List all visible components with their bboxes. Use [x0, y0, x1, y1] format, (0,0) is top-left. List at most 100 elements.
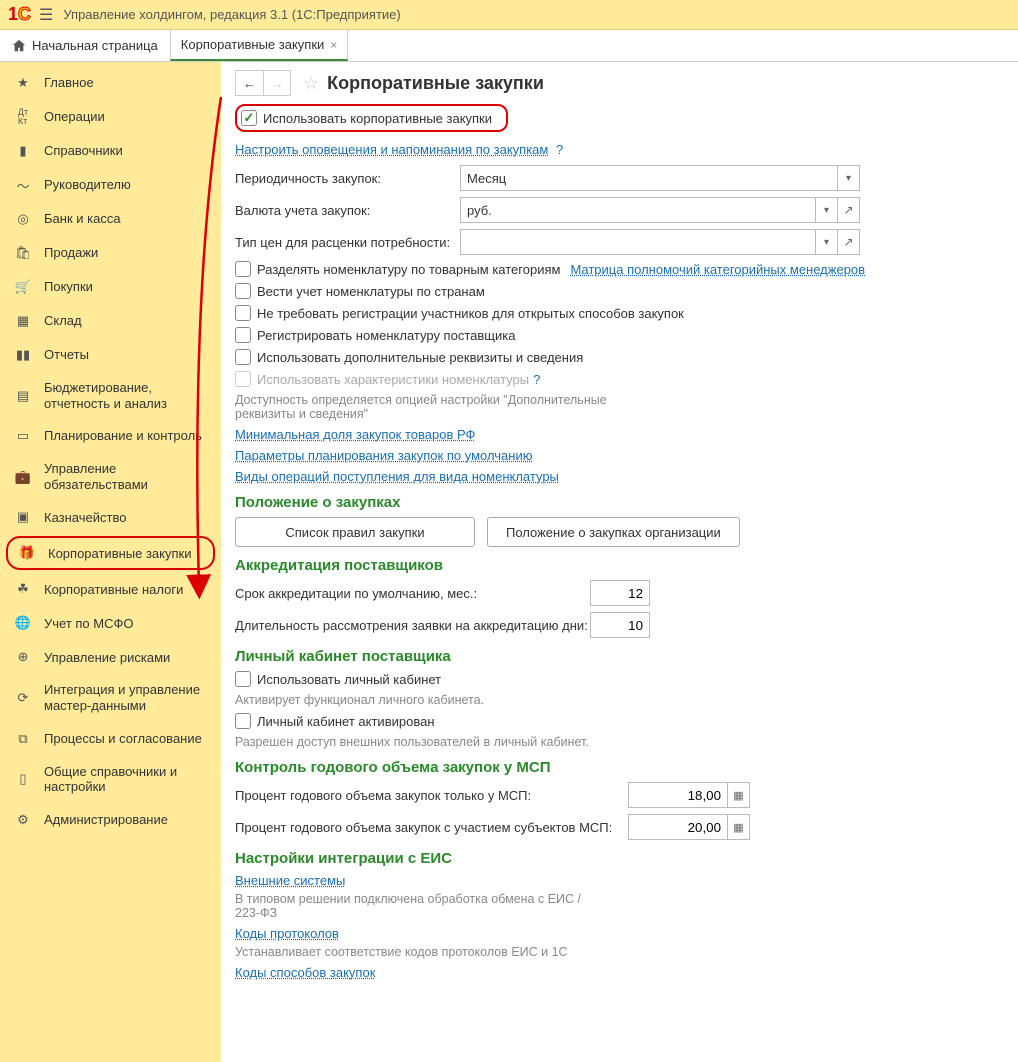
- sidebar-item-processes[interactable]: ⧉Процессы и согласование: [0, 722, 221, 756]
- sync-icon: ⟳: [14, 689, 32, 707]
- sidebar-item-risks[interactable]: ⊕Управление рисками: [0, 640, 221, 674]
- use-cabinet-checkbox[interactable]: [235, 671, 251, 687]
- noreg-checkbox[interactable]: [235, 305, 251, 321]
- price-type-label: Тип цен для расценки потребности:: [235, 235, 460, 250]
- close-icon[interactable]: ×: [330, 38, 337, 52]
- currency-open-button[interactable]: ↗: [838, 197, 860, 223]
- accred-review-input[interactable]: [590, 612, 650, 638]
- cart-icon: 🛒: [14, 278, 32, 296]
- categories-label: Разделять номенклатуру по товарным катег…: [257, 262, 560, 277]
- msp-with-input[interactable]: [628, 814, 728, 840]
- ext-systems-link[interactable]: Внешние системы: [235, 873, 345, 888]
- calculator-icon[interactable]: ▦: [728, 782, 750, 808]
- chevron-down-icon[interactable]: ▾: [815, 230, 837, 254]
- rules-org-button[interactable]: Положение о закупках организации: [487, 517, 740, 547]
- currency-label: Валюта учета закупок:: [235, 203, 460, 218]
- main-content: ← → ☆ Корпоративные закупки Использовать…: [221, 62, 1018, 1062]
- grid-icon: ▤: [14, 387, 32, 405]
- sidebar-item-bank[interactable]: ◎Банк и касса: [0, 202, 221, 236]
- sidebar-item-common[interactable]: ▯Общие справочники и настройки: [0, 756, 221, 803]
- matrix-link[interactable]: Матрица полномочий категорийных менеджер…: [570, 262, 865, 277]
- msp-only-input[interactable]: [628, 782, 728, 808]
- msp-with-label: Процент годового объема закупок с участи…: [235, 820, 620, 835]
- cabinet-active-checkbox[interactable]: [235, 713, 251, 729]
- op-types-link[interactable]: Виды операций поступления для вида номен…: [235, 469, 559, 484]
- period-select[interactable]: Месяц ▾: [460, 165, 860, 191]
- sidebar-item-budgeting[interactable]: ▤Бюджетирование, отчетность и анализ: [0, 372, 221, 419]
- home-icon: [12, 39, 26, 53]
- operations-icon: ДтКт: [14, 108, 32, 126]
- sidebar-item-operations[interactable]: ДтКтОперации: [0, 100, 221, 134]
- params-link[interactable]: Параметры планирования закупок по умолча…: [235, 448, 532, 463]
- extra-props-checkbox[interactable]: [235, 349, 251, 365]
- sidebar-item-corp-purchases[interactable]: 🎁Корпоративные закупки: [6, 536, 215, 570]
- section-rules-title: Положение о закупках: [235, 494, 1004, 511]
- sidebar-item-admin[interactable]: ⚙Администрирование: [0, 803, 221, 837]
- accred-term-input[interactable]: [590, 580, 650, 606]
- star-icon: ★: [14, 74, 32, 92]
- sidebar-item-treasury[interactable]: ▣Казначейство: [0, 500, 221, 534]
- section-cabinet-title: Личный кабинет поставщика: [235, 648, 1004, 665]
- min-share-link[interactable]: Минимальная доля закупок товаров РФ: [235, 427, 475, 442]
- availability-hint: Доступность определяется опцией настройк…: [235, 393, 655, 421]
- reg-supplier-checkbox[interactable]: [235, 327, 251, 343]
- sidebar-item-sales[interactable]: 🛍Продажи: [0, 236, 221, 270]
- section-eis-title: Настройки интеграции с ЕИС: [235, 850, 1004, 867]
- characteristics-checkbox: [235, 371, 251, 387]
- nav-back-button[interactable]: ←: [235, 70, 263, 96]
- app-title: Управление холдингом, редакция 3.1 (1С:П…: [63, 7, 400, 22]
- chevron-down-icon[interactable]: ▾: [837, 166, 859, 190]
- proto-codes-hint: Устанавливает соответствие кодов протоко…: [235, 945, 1004, 959]
- price-type-open-button[interactable]: ↗: [838, 229, 860, 255]
- tab-active[interactable]: Корпоративные закупки ×: [170, 30, 349, 61]
- gear-icon: ⚙: [14, 811, 32, 829]
- sidebar-item-ifrs[interactable]: 🌐Учет по МСФО: [0, 606, 221, 640]
- emblem-icon: ☘: [14, 580, 32, 598]
- countries-checkbox[interactable]: [235, 283, 251, 299]
- currency-select[interactable]: руб. ▾: [460, 197, 838, 223]
- use-corp-label: Использовать корпоративные закупки: [263, 111, 492, 126]
- proto-codes-link[interactable]: Коды протоколов: [235, 926, 339, 941]
- use-cabinet-label: Использовать личный кабинет: [257, 672, 441, 687]
- help-icon[interactable]: ?: [533, 372, 540, 387]
- method-codes-link[interactable]: Коды способов закупок: [235, 965, 375, 980]
- price-type-select[interactable]: ▾: [460, 229, 838, 255]
- section-accred-title: Аккредитация поставщиков: [235, 557, 1004, 574]
- sidebar-item-obligations[interactable]: 💼Управление обязательствами: [0, 453, 221, 500]
- chevron-down-icon[interactable]: ▾: [815, 198, 837, 222]
- period-value: Месяц: [467, 171, 506, 186]
- msp-only-label: Процент годового объема закупок только у…: [235, 788, 620, 803]
- notify-link[interactable]: Настроить оповещения и напоминания по за…: [235, 142, 548, 157]
- cabinet-active-label: Личный кабинет активирован: [257, 714, 435, 729]
- extra-props-label: Использовать дополнительные реквизиты и …: [257, 350, 583, 365]
- sidebar-item-planning[interactable]: ▭Планирование и контроль: [0, 419, 221, 453]
- cabinet-active-hint: Разрешен доступ внешних пользователей в …: [235, 735, 1004, 749]
- sidebar-item-integration[interactable]: ⟳Интеграция и управление мастер-данными: [0, 674, 221, 721]
- sidebar-item-warehouse[interactable]: ▦Склад: [0, 304, 221, 338]
- categories-checkbox[interactable]: [235, 261, 251, 277]
- calculator-icon[interactable]: ▦: [728, 814, 750, 840]
- globe-icon: 🌐: [14, 614, 32, 632]
- sidebar-item-corp-taxes[interactable]: ☘Корпоративные налоги: [0, 572, 221, 606]
- sidebar-item-manager[interactable]: 〜Руководителю: [0, 168, 221, 202]
- help-icon[interactable]: ?: [556, 142, 563, 157]
- accred-term-label: Срок аккредитации по умолчанию, мес.:: [235, 586, 590, 601]
- tab-home-label: Начальная страница: [32, 38, 158, 53]
- tab-home[interactable]: Начальная страница: [0, 30, 170, 61]
- period-label: Периодичность закупок:: [235, 171, 460, 186]
- hamburger-icon[interactable]: ☰: [39, 5, 53, 25]
- page-header: ← → ☆ Корпоративные закупки: [235, 70, 1004, 96]
- nav-forward-button[interactable]: →: [263, 70, 291, 96]
- rules-list-button[interactable]: Список правил закупки: [235, 517, 475, 547]
- sidebar-item-catalogs[interactable]: ▮Справочники: [0, 134, 221, 168]
- titlebar: 1C ☰ Управление холдингом, редакция 3.1 …: [0, 0, 1018, 30]
- sidebar-item-purchases[interactable]: 🛒Покупки: [0, 270, 221, 304]
- chart-line-icon: 〜: [14, 176, 32, 194]
- sidebar-item-reports[interactable]: ▮▮Отчеты: [0, 338, 221, 372]
- sidebar-item-main[interactable]: ★Главное: [0, 66, 221, 100]
- use-corp-checkbox[interactable]: [241, 110, 257, 126]
- bars-icon: ▮▮: [14, 346, 32, 364]
- section-msp-title: Контроль годового объема закупок у МСП: [235, 759, 1004, 776]
- characteristics-label: Использовать характеристики номенклатуры: [257, 372, 529, 387]
- favorite-icon[interactable]: ☆: [303, 73, 319, 94]
